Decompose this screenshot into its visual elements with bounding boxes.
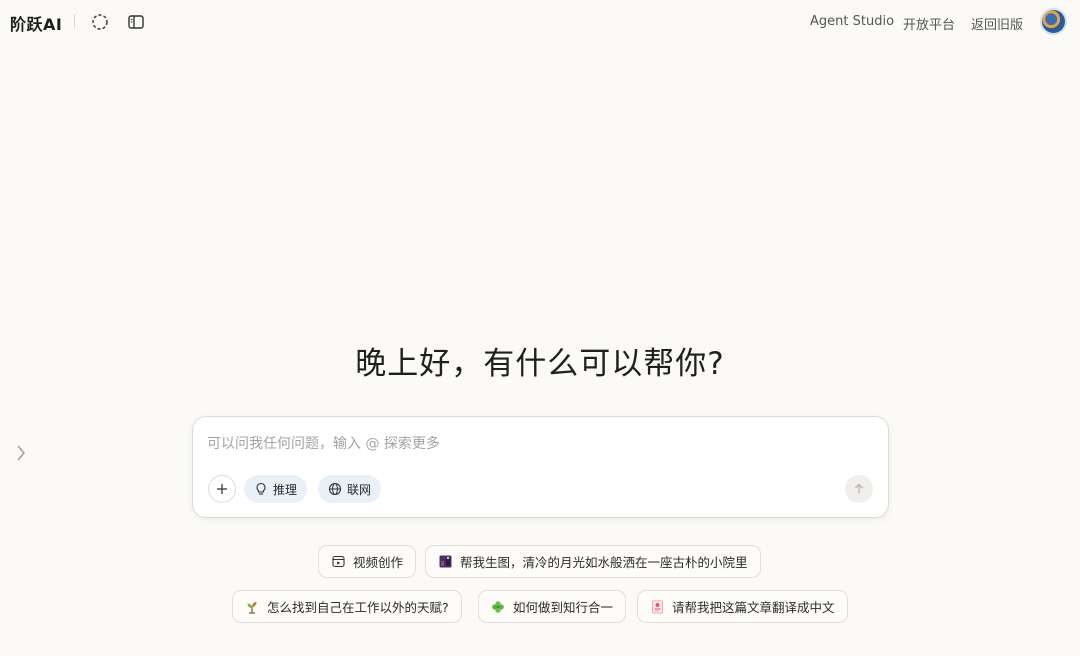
web-search-label: 联网: [347, 482, 372, 497]
chat-input-card: 推理 联网: [192, 416, 889, 518]
header-divider: [74, 14, 75, 28]
plant-icon: [245, 600, 259, 614]
reasoning-toggle-button[interactable]: 推理: [244, 475, 308, 503]
send-button[interactable]: [845, 475, 873, 503]
suggestion-label: 怎么找到自己在工作以外的天赋?: [267, 600, 449, 615]
user-avatar[interactable]: [1040, 8, 1067, 35]
suggestion-label: 如何做到知行合一: [513, 600, 614, 615]
suggestion-unity-knowledge-action[interactable]: 如何做到知行合一: [478, 590, 627, 623]
video-icon: [331, 555, 345, 569]
globe-icon: [328, 482, 342, 496]
suggestion-label: 请帮我把这篇文章翻译成中文: [672, 600, 835, 615]
image-thumbnail-icon: [438, 555, 452, 569]
old-version-link[interactable]: 返回旧版: [971, 14, 1023, 33]
suggestion-generate-image[interactable]: 帮我生图，清冷的月光如水般洒在一座古朴的小院里: [425, 545, 761, 578]
web-search-toggle-button[interactable]: 联网: [318, 475, 382, 503]
expand-sidebar-chevron-icon[interactable]: [14, 443, 28, 463]
new-chat-icon[interactable]: [90, 12, 110, 32]
agent-studio-link[interactable]: Agent Studio: [810, 14, 894, 29]
arrow-up-icon: [853, 483, 865, 495]
prompt-input[interactable]: [207, 433, 867, 455]
lightbulb-icon: [254, 482, 268, 496]
suggestion-translate-article[interactable]: 请帮我把这篇文章翻译成中文: [637, 590, 848, 623]
suggestion-video-creation[interactable]: 视频创作: [318, 545, 417, 578]
sidebar-toggle-icon[interactable]: [126, 12, 146, 32]
attach-plus-button[interactable]: [208, 475, 236, 503]
document-icon: [650, 599, 664, 614]
clover-icon: [491, 600, 505, 614]
app-root: 阶跃AI Agent Studio 开放平台 返回旧版 晚上好，有什么可以帮你?: [0, 0, 1080, 656]
greeting-heading: 晚上好，有什么可以帮你?: [355, 346, 725, 382]
top-header: 阶跃AI Agent Studio 开放平台 返回旧版: [0, 0, 1080, 44]
suggestion-label: 帮我生图，清冷的月光如水般洒在一座古朴的小院里: [460, 555, 748, 570]
reasoning-label: 推理: [273, 482, 298, 497]
suggestion-find-talent[interactable]: 怎么找到自己在工作以外的天赋?: [232, 590, 462, 623]
open-platform-link[interactable]: 开放平台: [903, 14, 955, 33]
suggestion-label: 视频创作: [353, 555, 404, 570]
logo[interactable]: 阶跃AI: [10, 11, 62, 35]
